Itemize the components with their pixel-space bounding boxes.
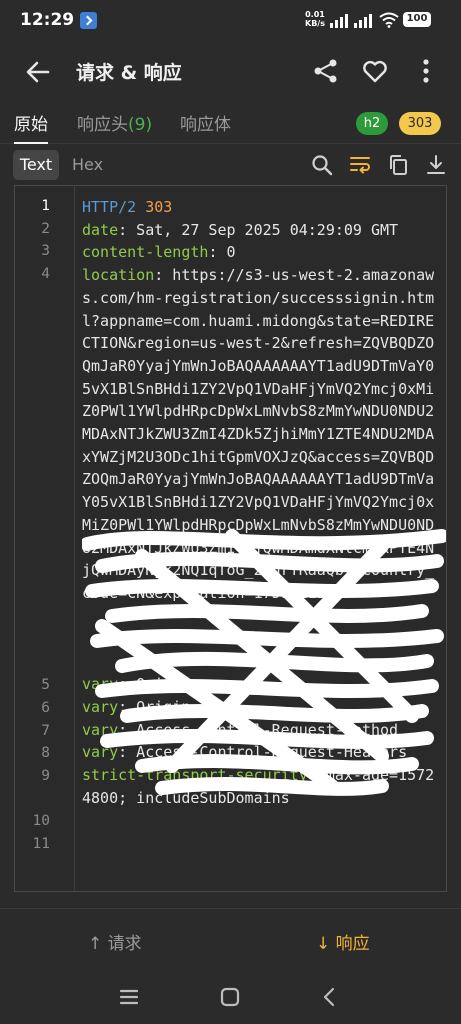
header-line: date: Sat, 27 Sep 2025 04:29:09 GMT xyxy=(82,220,399,239)
protocol-text: HTTP/2 xyxy=(82,198,137,216)
request-response-switch: ↑ 请求 ↓ 响应 xyxy=(0,908,461,970)
line-number: 7 xyxy=(41,723,50,739)
header-value: Sat, 27 Sep 2025 04:29:09 GMT xyxy=(127,220,399,239)
header-value: Access-Control-Request-Headers xyxy=(127,743,408,762)
text-mode-button[interactable]: Text xyxy=(13,150,59,180)
header-key: content-length xyxy=(82,243,209,262)
more-vertical-icon[interactable] xyxy=(412,57,440,85)
tab-headers[interactable]: 响应头(9) xyxy=(77,110,152,135)
request-nav-label: 请求 xyxy=(107,934,142,954)
line-number: 3 xyxy=(41,243,50,259)
hex-mode-button[interactable]: Hex xyxy=(72,150,103,180)
header-line: vary: Access-Control-Request-Headers xyxy=(82,743,408,762)
header-key: location xyxy=(82,266,155,285)
status-code-badge: 303 xyxy=(399,112,441,135)
tab-raw[interactable]: 原始 xyxy=(14,110,48,144)
line-number: 6 xyxy=(41,700,50,716)
line-number: 1 xyxy=(41,198,50,214)
response-code: HTTP/2 303 date: Sat, 27 Sep 2025 04:29:… xyxy=(82,196,442,809)
response-nav-button[interactable]: ↓ 响应 xyxy=(316,929,370,954)
header-value: 0 xyxy=(217,243,236,262)
back-arrow-icon[interactable] xyxy=(24,58,52,86)
tab-headers-count: (9) xyxy=(128,115,153,135)
header-value: Origin xyxy=(127,675,191,694)
signal-icon xyxy=(330,12,352,28)
status-line: HTTP/2 303 xyxy=(82,196,442,219)
status-time: 12:29 xyxy=(20,10,75,30)
network-speed: 0.01 KB/s xyxy=(305,10,325,28)
line-number: 10 xyxy=(32,813,50,829)
tab-headers-label: 响应头 xyxy=(77,115,128,135)
status-bar: 12:29 0.01 KB/s 100 xyxy=(0,0,461,42)
header-key: vary xyxy=(82,675,119,694)
tab-bar: 原始 响应头(9) 响应体 xyxy=(0,100,461,144)
line-number: 8 xyxy=(41,745,50,761)
terminal-app-icon xyxy=(80,12,97,29)
wrap-lines-icon[interactable] xyxy=(348,153,372,177)
signal-icon xyxy=(354,12,376,28)
home-icon[interactable] xyxy=(217,984,243,1010)
page-title: 请求 & 响应 xyxy=(76,62,182,84)
tab-body[interactable]: 响应体 xyxy=(180,110,231,135)
line-number: 11 xyxy=(32,836,50,852)
header-key: vary xyxy=(82,743,119,762)
status-text: 303 xyxy=(145,198,173,216)
system-navigation-bar xyxy=(0,970,461,1024)
header-line: vary: Origin xyxy=(82,697,191,716)
back-icon[interactable] xyxy=(317,984,343,1010)
header-value: Access-Control-Request-Method xyxy=(127,720,399,739)
header-line: vary: Access-Control-Request-Method xyxy=(82,720,399,739)
request-nav-button[interactable]: ↑ 请求 xyxy=(88,929,142,954)
protocol-badge: h2 xyxy=(356,112,388,135)
header-value: Origin xyxy=(127,697,191,716)
raw-response-viewer[interactable]: 1 2 3 4 5 6 7 8 9 10 11 HTTP/2 303 date:… xyxy=(14,185,447,892)
menu-icon[interactable] xyxy=(116,984,142,1010)
line-number: 4 xyxy=(41,266,50,282)
share-icon[interactable] xyxy=(312,57,340,85)
copy-icon[interactable] xyxy=(386,153,410,177)
header-value: https://s3-us-west-2.amazonaws.com/hm-re… xyxy=(82,266,435,602)
header-line: strict-transport-security: max-age=15724… xyxy=(82,765,435,807)
app-bar: 请求 & 响应 xyxy=(0,42,461,100)
header-key: vary xyxy=(82,697,119,716)
header-line: location: https://s3-us-west-2.amazonaws… xyxy=(82,266,435,602)
header-line: vary: Origin xyxy=(82,675,191,694)
battery-icon: 100 xyxy=(403,12,431,27)
response-nav-label: 响应 xyxy=(335,934,370,954)
header-key: date xyxy=(82,220,119,239)
header-key: vary xyxy=(82,720,119,739)
header-key: strict-transport-security xyxy=(82,765,308,784)
header-line: content-length: 0 xyxy=(82,243,236,262)
view-toolbar: Text Hex xyxy=(0,148,461,182)
wifi-icon xyxy=(379,12,399,28)
line-number: 5 xyxy=(41,677,50,693)
heart-outline-icon[interactable] xyxy=(361,57,389,85)
line-number-gutter: 1 2 3 4 5 6 7 8 9 10 11 xyxy=(15,186,75,891)
line-number: 9 xyxy=(41,768,50,784)
search-icon[interactable] xyxy=(310,153,334,177)
line-number: 2 xyxy=(41,221,50,237)
download-icon[interactable] xyxy=(424,153,448,177)
